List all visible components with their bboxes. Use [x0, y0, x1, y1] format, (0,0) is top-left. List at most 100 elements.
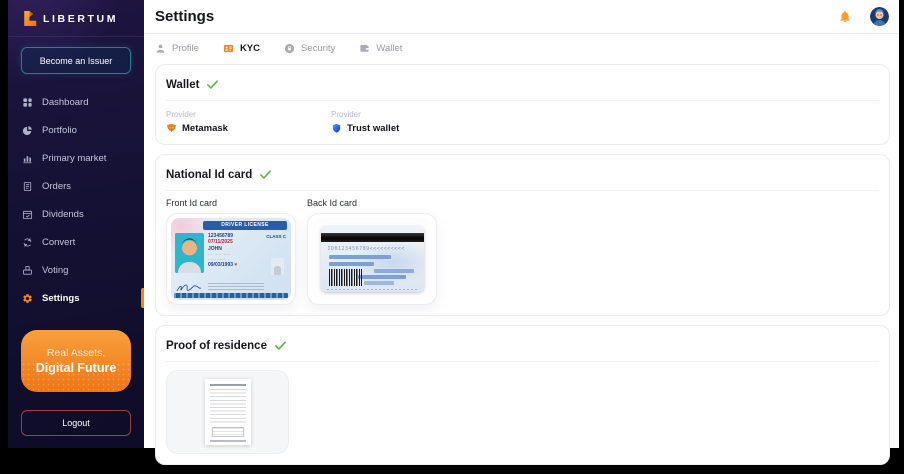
license-bottom-bar — [174, 293, 288, 298]
redacted-bar — [364, 281, 394, 285]
provider-name: Trust wallet — [347, 123, 399, 134]
brand-name: LIBERTUM — [43, 13, 118, 25]
redacted-bar — [329, 262, 374, 266]
sidebar-item-dividends[interactable]: Dividends — [8, 200, 144, 228]
tab-security[interactable]: Security — [284, 43, 335, 54]
section-title: Proof of residence — [166, 340, 267, 352]
promo-line2: Digital Future — [36, 361, 117, 375]
front-id-thumbnail[interactable]: DRIVER LICENSE 123456789 — [166, 213, 296, 305]
license-photo — [175, 233, 204, 273]
verified-check-icon — [206, 78, 219, 91]
national-id-section-header: National Id card — [166, 164, 879, 191]
verified-check-icon — [274, 339, 287, 352]
tab-label: Profile — [172, 43, 199, 54]
provider-name-row: Trust wallet — [331, 123, 879, 134]
provider-name-row: Metamask — [166, 123, 331, 134]
libertum-l-icon — [22, 10, 37, 27]
settings-tabs: Profile KYC Security — [144, 34, 899, 61]
profile-icon — [155, 43, 166, 54]
license-title: DRIVER LICENSE — [203, 221, 287, 230]
sidebar-nav: Dashboard Portfolio Primary market Order… — [8, 88, 144, 312]
document-preview — [205, 379, 251, 445]
front-id-label: Front Id card — [166, 198, 296, 208]
back-id-thumbnail[interactable]: ID0123456789<<<<<<<<<< — [307, 213, 437, 305]
metamask-icon — [166, 123, 177, 134]
id-back-card: ID0123456789<<<<<<<<<< — [321, 226, 424, 292]
page-header: Settings — [144, 0, 899, 34]
app-window: LIBERTUM Become an Issuer Dashboard Port… — [8, 0, 899, 448]
license-expiry: 07/11/2025 — [208, 239, 237, 245]
tab-kyc[interactable]: KYC — [223, 43, 260, 54]
document-text-lines — [210, 389, 246, 425]
promo-line1: Real Assets, — [47, 347, 105, 359]
proof-section-header: Proof of residence — [166, 335, 879, 362]
provider-trustwallet: Provider Trust wallet — [331, 110, 879, 134]
verified-check-icon — [259, 168, 272, 181]
dashboard-icon — [22, 97, 33, 108]
tab-profile[interactable]: Profile — [155, 43, 199, 54]
provider-label: Provider — [331, 110, 879, 119]
section-title: Wallet — [166, 79, 199, 91]
sidebar-item-label: Voting — [42, 265, 68, 276]
provider-name: Metamask — [182, 123, 228, 134]
logout-button[interactable]: Logout — [21, 410, 131, 436]
sidebar-item-voting[interactable]: Voting — [8, 256, 144, 284]
become-issuer-button[interactable]: Become an Issuer — [21, 47, 131, 74]
document-boxed-paragraph — [212, 427, 244, 437]
sidebar-item-settings[interactable]: Settings — [8, 284, 144, 312]
sidebar-item-convert[interactable]: Convert — [8, 228, 144, 256]
license-micro-text — [208, 283, 264, 291]
convert-icon — [22, 237, 33, 248]
sidebar-item-label: Dividends — [42, 209, 84, 220]
wallet-icon — [359, 43, 370, 54]
sidebar-item-orders[interactable]: Orders — [8, 172, 144, 200]
sidebar-item-label: Primary market — [42, 153, 106, 164]
portfolio-icon — [22, 125, 33, 136]
back-id-label: Back Id card — [307, 198, 437, 208]
license-address-lines: ··· ······· ··········· ······ — [208, 252, 237, 262]
voting-icon — [22, 265, 33, 276]
kyc-icon — [223, 43, 234, 54]
license-signature — [176, 284, 202, 293]
wallet-section: Wallet Provider Metamask — [155, 64, 890, 145]
security-icon — [284, 43, 295, 54]
sidebar-item-portfolio[interactable]: Portfolio — [8, 116, 144, 144]
tab-wallet[interactable]: Wallet — [359, 43, 402, 54]
sidebar-item-label: Dashboard — [42, 97, 88, 108]
sidebar-item-dashboard[interactable]: Dashboard — [8, 88, 144, 116]
sidebar: LIBERTUM Become an Issuer Dashboard Port… — [8, 0, 144, 448]
main-content: Settings Profile — [144, 0, 899, 448]
avatar-image — [870, 7, 889, 26]
kyc-content: Wallet Provider Metamask — [144, 61, 899, 474]
back-id-column: Back Id card ID0123456789<<<<<<<<<< — [307, 198, 437, 305]
promo-banner[interactable]: Real Assets, Digital Future — [21, 330, 131, 392]
driver-license-front-image: DRIVER LICENSE 123456789 — [171, 218, 291, 300]
magnetic-stripe — [321, 233, 424, 242]
page-title: Settings — [155, 8, 836, 25]
proof-of-residence-section: Proof of residence — [155, 325, 890, 465]
dotted-line — [327, 289, 418, 290]
barcode — [329, 269, 362, 286]
document-footer-line — [210, 440, 246, 442]
wallet-section-header: Wallet — [166, 74, 879, 101]
wallet-providers: Provider Metamask Provider — [166, 101, 879, 134]
tab-label: Wallet — [376, 43, 402, 54]
primary-market-icon — [22, 153, 33, 164]
sidebar-item-label: Portfolio — [42, 125, 77, 136]
license-ghost-photo — [271, 258, 284, 275]
dividends-icon — [22, 209, 33, 220]
trustwallet-icon — [331, 123, 342, 134]
sidebar-item-label: Orders — [42, 181, 71, 192]
redacted-bar — [358, 275, 406, 279]
bell-icon — [838, 9, 852, 24]
redacted-bar — [374, 269, 414, 273]
provider-metamask: Provider Metamask — [166, 110, 331, 134]
user-avatar[interactable] — [870, 7, 889, 26]
tab-label: KYC — [240, 43, 260, 54]
sidebar-item-primary-market[interactable]: Primary market — [8, 144, 144, 172]
notifications-button[interactable] — [836, 8, 854, 26]
active-nav-indicator — [141, 288, 144, 308]
tab-label: Security — [301, 43, 335, 54]
proof-document-thumbnail[interactable] — [166, 370, 289, 454]
mrz-text: ID0123456789<<<<<<<<<< — [328, 246, 405, 252]
